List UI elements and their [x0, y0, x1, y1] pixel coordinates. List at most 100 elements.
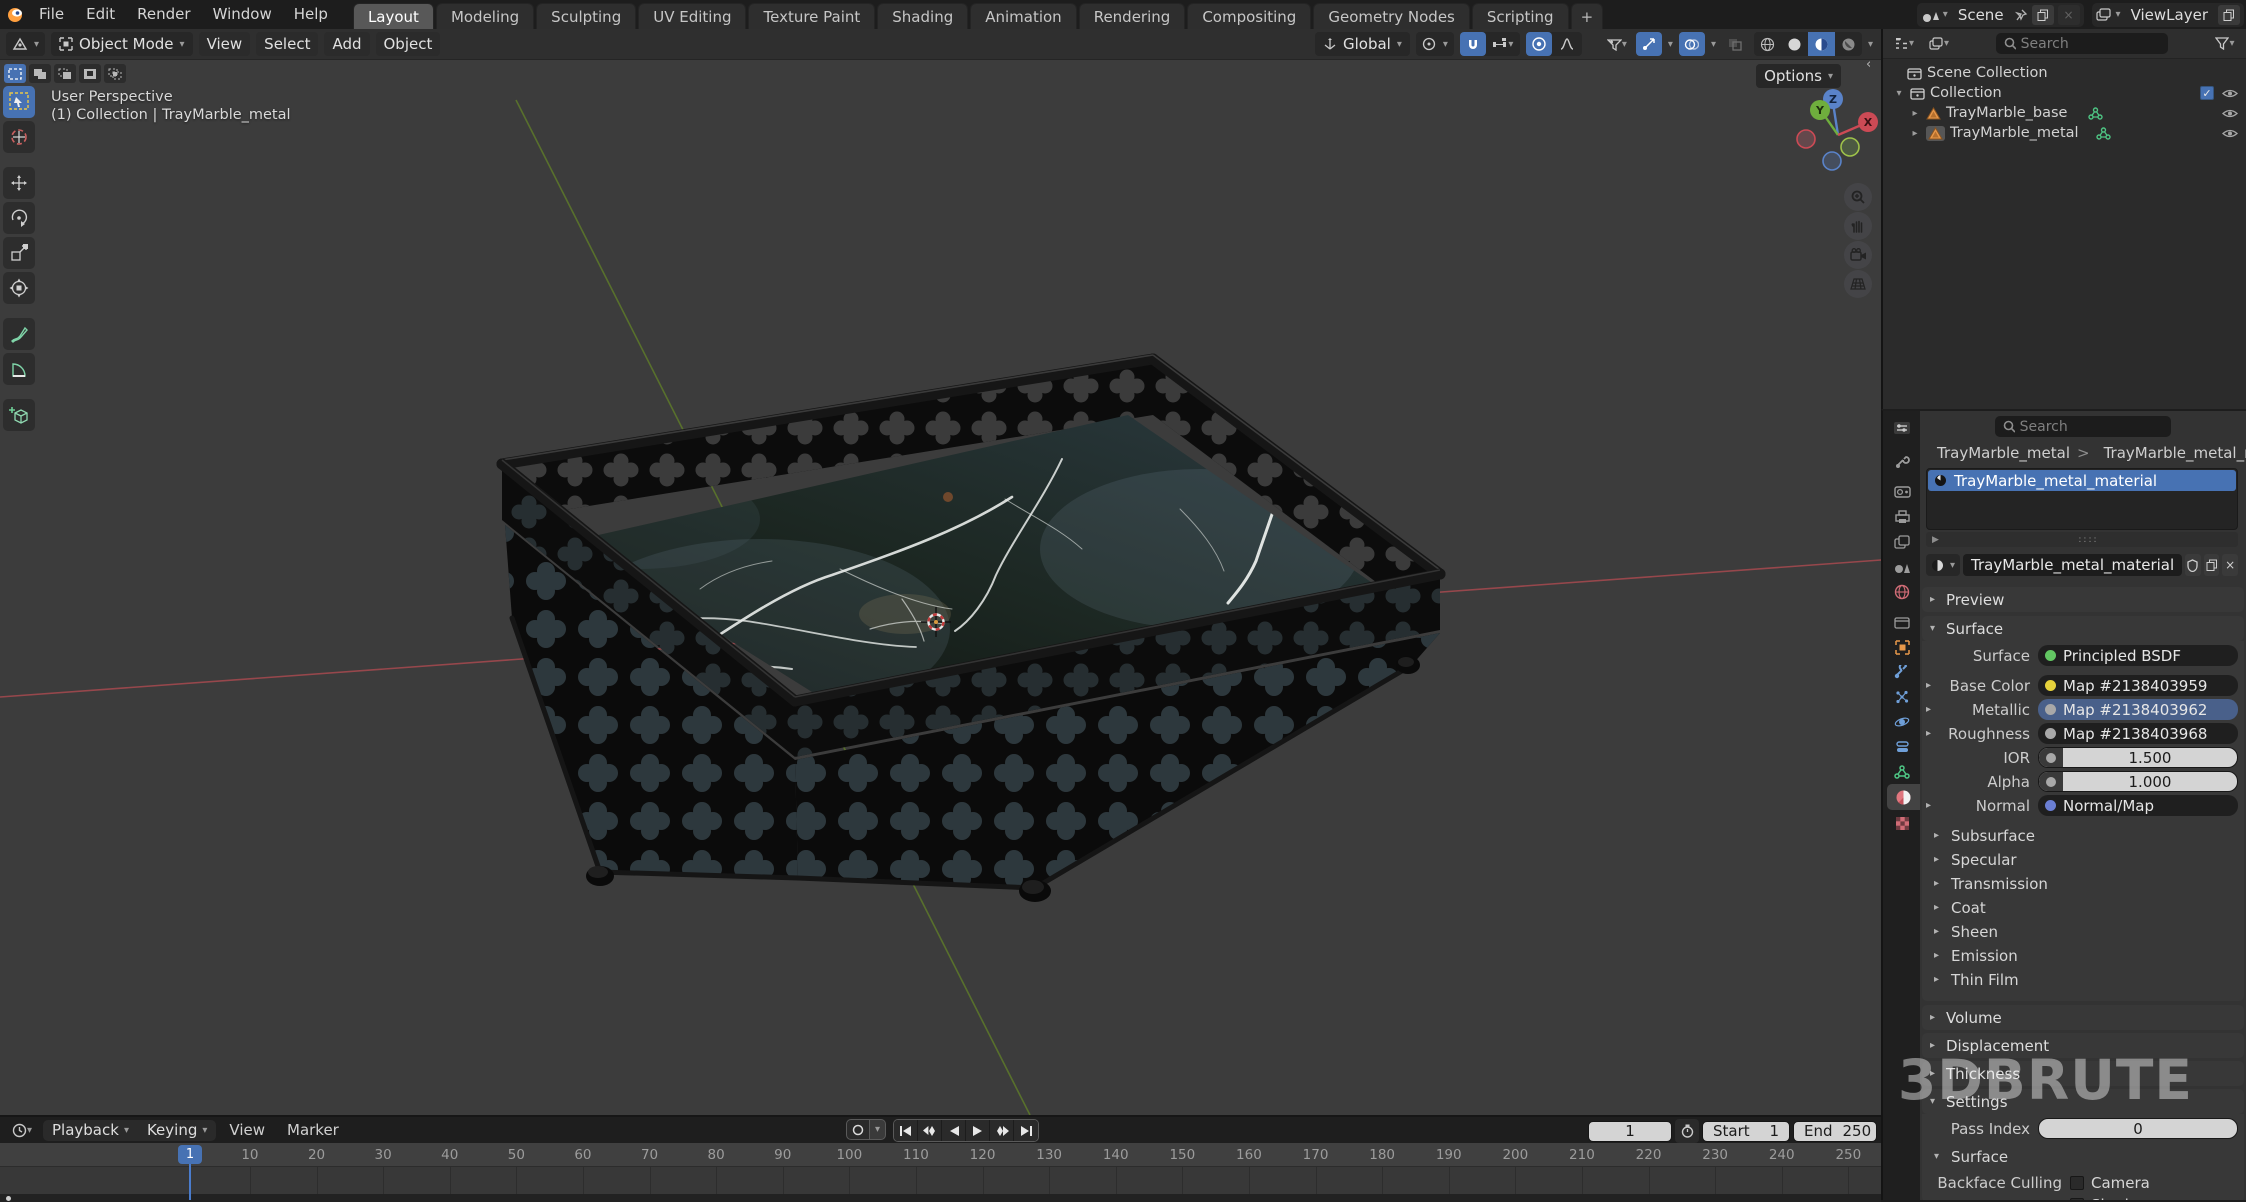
- tab-rendering[interactable]: Rendering: [1079, 3, 1186, 29]
- metallic-expand[interactable]: ▸: [1926, 704, 1936, 715]
- keying-menu[interactable]: Keying▾: [138, 1121, 216, 1139]
- play-reverse-button[interactable]: [942, 1120, 966, 1141]
- subsection-coat[interactable]: ▸Coat: [1934, 896, 1986, 919]
- tab-constraints[interactable]: [1887, 734, 1917, 760]
- outliner-filter-button[interactable]: ▾: [2210, 32, 2240, 56]
- mode-dropdown[interactable]: Object Mode ▾: [51, 32, 193, 56]
- roughness-expand[interactable]: ▸: [1926, 728, 1936, 739]
- add-workspace-button[interactable]: +: [1571, 3, 1604, 29]
- collection-checkbox[interactable]: ✓: [2200, 86, 2214, 100]
- preview-panel-header[interactable]: ▸Preview: [1922, 587, 2244, 612]
- material-slot-selected[interactable]: TrayMarble_metal_material: [1928, 470, 2236, 491]
- object-visibility-dropdown[interactable]: ▾: [1604, 32, 1630, 56]
- breadcrumb-material[interactable]: TrayMarble_metal_material: [2104, 444, 2246, 462]
- pan-button[interactable]: [1844, 212, 1872, 240]
- gizmos-toggle[interactable]: [1636, 32, 1662, 56]
- surface-shader-field[interactable]: Principled BSDF: [2038, 645, 2238, 666]
- use-preview-range-button[interactable]: [1675, 1119, 1699, 1143]
- menu-window[interactable]: Window: [202, 0, 283, 29]
- snap-toggle[interactable]: [1460, 32, 1486, 56]
- expand-caret-icon[interactable]: ▾: [1893, 88, 1905, 99]
- options-dropdown[interactable]: Options▾: [1756, 64, 1841, 88]
- roughness-field[interactable]: Map #2138403968: [2038, 723, 2238, 744]
- timeline-track-area[interactable]: [0, 1167, 1881, 1194]
- zoom-button[interactable]: [1844, 183, 1872, 211]
- material-name-field[interactable]: TrayMarble_metal_material: [1963, 554, 2182, 576]
- gizmo-z-neg-axis[interactable]: [1823, 152, 1841, 170]
- tool-add-cube[interactable]: [3, 399, 35, 431]
- timeline-ruler[interactable]: 1020304050607080901001101201301401501601…: [0, 1143, 1881, 1167]
- tab-uv-editing[interactable]: UV Editing: [638, 3, 746, 29]
- tab-shading[interactable]: Shading: [877, 3, 968, 29]
- tab-modifiers[interactable]: [1887, 659, 1917, 685]
- outliner-filter-dropdown[interactable]: ▾: [1889, 32, 1919, 56]
- auto-keyframe-button[interactable]: [846, 1119, 870, 1140]
- menu-select[interactable]: Select: [256, 32, 318, 56]
- current-frame-field[interactable]: 1: [1588, 1121, 1672, 1142]
- timeline-view-menu[interactable]: View: [220, 1121, 274, 1139]
- shading-solid-button[interactable]: [1781, 32, 1808, 56]
- select-mode-set[interactable]: [4, 64, 26, 83]
- ior-slider[interactable]: 1.500: [2038, 747, 2238, 768]
- navigation-gizmo[interactable]: Z Y X: [1780, 77, 1880, 192]
- scene-icon[interactable]: [1921, 7, 1939, 23]
- tab-texture[interactable]: [1887, 810, 1917, 836]
- tab-animation[interactable]: Animation: [970, 3, 1076, 29]
- tab-geometry-nodes[interactable]: Geometry Nodes: [1313, 3, 1470, 29]
- outliner-item-label[interactable]: Collection: [1930, 85, 2002, 101]
- viewlayer-name[interactable]: ViewLayer: [2125, 6, 2214, 24]
- scene-dropdown-icon[interactable]: ▾: [1943, 9, 1948, 20]
- unlink-material-button[interactable]: ×: [2222, 554, 2238, 576]
- tab-scene[interactable]: [1887, 554, 1917, 580]
- gizmo-y-neg-axis[interactable]: [1841, 138, 1859, 156]
- menu-add[interactable]: Add: [324, 32, 369, 56]
- end-frame-field[interactable]: End250: [1793, 1121, 1877, 1142]
- material-slot-list[interactable]: TrayMarble_metal_material: [1926, 468, 2238, 530]
- menu-edit[interactable]: Edit: [75, 0, 126, 29]
- outliner-row-scene-collection[interactable]: Scene Collection: [1883, 63, 2246, 83]
- play-button[interactable]: [966, 1120, 990, 1141]
- xray-toggle[interactable]: [1722, 32, 1748, 56]
- viewlayer-dropdown-icon[interactable]: ▾: [2116, 9, 2121, 20]
- tab-scripting[interactable]: Scripting: [1472, 3, 1569, 29]
- volume-panel-header[interactable]: ▸Volume: [1922, 1005, 2244, 1030]
- eye-icon[interactable]: [2222, 88, 2238, 99]
- jump-to-end-button[interactable]: [1014, 1120, 1038, 1141]
- normal-expand[interactable]: ▸: [1926, 800, 1936, 811]
- outliner-display-mode-dropdown[interactable]: ▾: [1924, 32, 1954, 56]
- scene-name[interactable]: Scene: [1952, 6, 2010, 24]
- viewlayer-icon[interactable]: [2096, 8, 2112, 22]
- pivot-point-dropdown[interactable]: ▾: [1416, 32, 1454, 56]
- tab-render[interactable]: [1887, 478, 1917, 504]
- timeline-marker-menu[interactable]: Marker: [278, 1121, 348, 1139]
- new-viewlayer-button[interactable]: [2218, 5, 2240, 25]
- expand-caret-icon[interactable]: ▸: [1909, 128, 1921, 139]
- properties-editor-type-button[interactable]: [1887, 415, 1917, 441]
- new-material-button[interactable]: [2204, 554, 2220, 576]
- tab-sculpting[interactable]: Sculpting: [536, 3, 636, 29]
- subsection-sheen[interactable]: ▸Sheen: [1934, 920, 1998, 943]
- outliner-search[interactable]: [1996, 33, 2168, 54]
- shading-wireframe-button[interactable]: [1754, 32, 1781, 56]
- surface-panel-header[interactable]: ▾Surface: [1922, 616, 2244, 641]
- outliner-row-traymarble-metal[interactable]: ▸ TrayMarble_metal: [1883, 123, 2246, 143]
- subsection-specular[interactable]: ▸Specular: [1934, 848, 2017, 871]
- settings-surface-subheader[interactable]: ▾Surface: [1934, 1145, 2008, 1168]
- subsection-thin-film[interactable]: ▸Thin Film: [1934, 968, 2019, 991]
- subsection-transmission[interactable]: ▸Transmission: [1934, 872, 2048, 895]
- tab-object-data[interactable]: [1887, 759, 1917, 785]
- new-scene-button[interactable]: [2032, 5, 2054, 25]
- tab-compositing[interactable]: Compositing: [1187, 3, 1311, 29]
- breadcrumb-object[interactable]: TrayMarble_metal: [1937, 444, 2070, 462]
- overlays-toggle[interactable]: [1679, 32, 1705, 56]
- select-mode-intersect[interactable]: [104, 64, 126, 83]
- tab-texture-paint[interactable]: Texture Paint: [748, 3, 875, 29]
- eye-icon[interactable]: [2222, 108, 2238, 119]
- playback-menu[interactable]: Playback▾: [43, 1121, 138, 1139]
- tool-rotate[interactable]: [3, 202, 35, 234]
- subsection-subsurface[interactable]: ▸Subsurface: [1934, 824, 2035, 847]
- timeline-editor-type-button[interactable]: ▾: [5, 1118, 39, 1142]
- pin-icon[interactable]: [2014, 8, 2028, 22]
- pass-index-field[interactable]: 0: [2038, 1118, 2238, 1139]
- outliner-item-label[interactable]: Scene Collection: [1927, 65, 2048, 81]
